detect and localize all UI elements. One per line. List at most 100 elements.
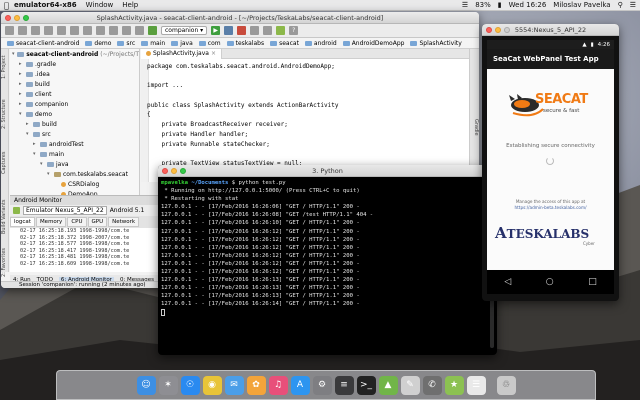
logcat-output[interactable]: 02-17 16:25:18.193 1998-1998/com.te 02-17… (10, 228, 160, 272)
android-studio-icon[interactable]: ▲ (378, 375, 398, 395)
copy-icon[interactable] (83, 26, 92, 35)
tool-tab-gradle[interactable]: Gradle (473, 119, 479, 136)
terminal-icon[interactable]: >_ (356, 375, 376, 395)
emulator-close-button[interactable] (486, 26, 492, 33)
run-configuration-select[interactable]: companion ▾ (161, 26, 208, 35)
project-tree-item[interactable]: ▸ .gradle (10, 59, 139, 69)
breadcrumb-item[interactable]: AndroidDemoApp (341, 40, 407, 47)
ide-titlebar[interactable]: SplashActivity.java - seacat-client-andr… (1, 12, 479, 24)
paste-icon[interactable] (96, 26, 105, 35)
script-editor-icon[interactable]: ✎ (400, 375, 420, 395)
chevron-right-icon[interactable]: ▸ (19, 61, 24, 67)
project-tree-item[interactable]: ▾ demo (10, 109, 139, 119)
android-device-monitor-icon[interactable] (276, 26, 286, 35)
chevron-right-icon[interactable]: ▸ (19, 91, 24, 97)
terminal-close-button[interactable] (162, 167, 168, 174)
app-store-icon[interactable]: A (290, 375, 310, 395)
menu-app-name[interactable]: emulator64-x86 (14, 1, 77, 9)
zoom-button[interactable] (23, 14, 29, 21)
emulator-titlebar[interactable]: 5554:Nexus_5_API_22 (482, 24, 619, 36)
monitor-tab[interactable]: GPU (87, 217, 108, 227)
redo-icon[interactable] (57, 26, 66, 35)
user-name[interactable]: Miloslav Pavelka (553, 1, 610, 9)
minimize-button[interactable] (14, 14, 20, 21)
help-icon[interactable]: ? (289, 26, 299, 35)
android-icon[interactable]: ★ (444, 375, 464, 395)
debug-icon[interactable] (224, 26, 234, 35)
monitor-tab[interactable]: Memory (35, 217, 67, 227)
itunes-icon[interactable]: ♫ (268, 375, 288, 395)
phone-screen[interactable]: ▲ ▮ 4:26 SeaCat WebPanel Test App SEACAT… (487, 40, 614, 294)
chevron-right-icon[interactable]: ▸ (19, 81, 24, 87)
project-tree-item[interactable]: ▾ seacat-client-android (~/Projects/T (10, 49, 139, 59)
chevron-right-icon[interactable]: ▸ (19, 71, 24, 77)
apple-menu-icon[interactable]:  (4, 1, 14, 10)
breadcrumb-item[interactable]: seacat (268, 40, 301, 47)
project-tree-item[interactable]: CSRDialog (10, 179, 139, 189)
build-icon[interactable] (148, 26, 157, 35)
project-tree-item[interactable]: ▸ build (10, 119, 139, 129)
battery-icon[interactable]: ▮ (498, 1, 502, 9)
home-nav-icon[interactable]: ○ (546, 277, 554, 287)
tool-tab-captures[interactable]: Captures (1, 152, 7, 175)
project-tree-item[interactable]: ▾ java (10, 159, 139, 169)
system-preferences-icon[interactable]: ⚙ (312, 375, 332, 395)
menu-window[interactable]: Window (86, 1, 114, 9)
terminal-zoom-button[interactable] (180, 167, 186, 174)
project-tree-item[interactable]: ▸ build (10, 79, 139, 89)
breadcrumb-item[interactable]: seacat-client-android (5, 40, 81, 47)
breadcrumb-item[interactable]: com (197, 40, 223, 47)
stop-icon[interactable] (237, 26, 247, 35)
menu-help[interactable]: Help (122, 1, 138, 9)
avd-manager-icon[interactable] (263, 26, 273, 35)
project-tree-item[interactable]: ▾ main (10, 149, 139, 159)
chevron-down-icon[interactable]: ▾ (47, 171, 52, 177)
trash-icon[interactable]: ♲ (496, 375, 516, 395)
activity-monitor-icon[interactable]: ≡ (334, 375, 354, 395)
project-tree-item[interactable]: ▸ companion (10, 99, 139, 109)
back-icon[interactable] (122, 26, 131, 35)
monitor-tab[interactable]: logcat (10, 217, 35, 227)
back-nav-icon[interactable]: ◁ (504, 277, 511, 287)
project-tree-item[interactable]: ▸ client (10, 89, 139, 99)
code-editor[interactable]: SplashActivity.java × package com.teskal… (141, 48, 469, 196)
launchpad-icon[interactable]: ✶ (158, 375, 178, 395)
emulator-icon[interactable]: ✆ (422, 375, 442, 395)
battery-percent[interactable]: 83% (475, 1, 491, 9)
breadcrumb-item[interactable]: SplashActivity (408, 40, 463, 47)
chevron-down-icon[interactable]: ▾ (33, 151, 38, 157)
emulator-minimize-button[interactable] (495, 26, 501, 33)
breadcrumb-item[interactable]: teskalabs (225, 40, 267, 47)
save-icon[interactable] (18, 26, 27, 35)
spotlight-icon[interactable]: ⚲ (618, 1, 623, 9)
breadcrumb-item[interactable]: java (169, 40, 195, 47)
sdk-manager-icon[interactable] (250, 26, 260, 35)
monitor-tab[interactable]: CPU (67, 217, 87, 227)
safari-icon[interactable]: ☉ (180, 375, 200, 395)
breadcrumb-item[interactable]: android (303, 40, 339, 47)
project-tree-item[interactable]: ▸ androidTest (10, 139, 139, 149)
emulator-zoom-button[interactable] (504, 26, 510, 33)
clock[interactable]: Wed 16:26 (509, 1, 547, 9)
monitor-tab[interactable]: Network (108, 217, 140, 227)
chevron-down-icon[interactable]: ▾ (12, 51, 15, 57)
tool-tab-favorites[interactable]: 2: Favorites (1, 248, 7, 277)
recents-nav-icon[interactable]: □ (588, 277, 597, 287)
undo-icon[interactable] (44, 26, 53, 35)
mail-icon[interactable]: ✉ (224, 375, 244, 395)
cut-icon[interactable] (70, 26, 79, 35)
close-button[interactable] (5, 14, 11, 21)
admin-url-link[interactable]: https://admin-beta.teskalabs.com/ (487, 205, 614, 210)
sync-icon[interactable] (31, 26, 40, 35)
tool-tab-project[interactable]: 1: Project (1, 55, 7, 79)
textedit-icon[interactable]: ☰ (466, 375, 486, 395)
terminal-titlebar[interactable]: 3. Python (158, 165, 497, 177)
photos-icon[interactable]: ✿ (246, 375, 266, 395)
chevron-down-icon[interactable]: ▾ (19, 111, 24, 117)
wifi-icon[interactable]: ☰ (462, 1, 468, 9)
close-tab-icon[interactable]: × (211, 50, 216, 57)
terminal-minimize-button[interactable] (171, 167, 177, 174)
project-tree-item[interactable]: ▾ com.teskalabs.seacat (10, 169, 139, 179)
chevron-right-icon[interactable]: ▸ (33, 141, 38, 147)
open-folder-icon[interactable] (5, 26, 14, 35)
